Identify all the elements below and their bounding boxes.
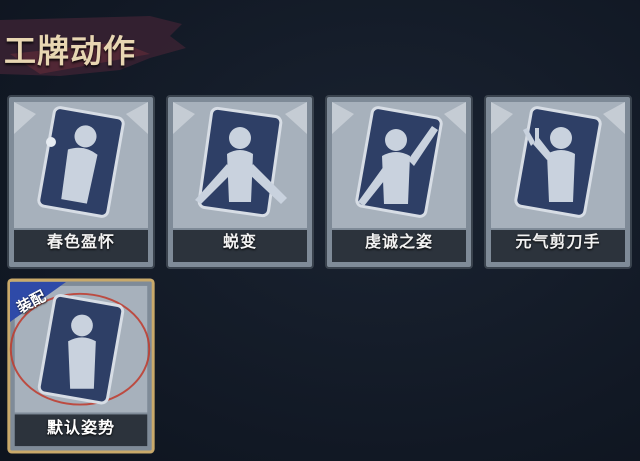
card-label: 元气剪刀手 [515,232,601,251]
equipped-badge: 装配 [10,282,66,322]
card-label: 默认姿势 [46,418,115,437]
page-title: 工牌动作 [4,32,137,70]
action-card-1[interactable]: 春色盈怀 [6,94,156,270]
action-card-3[interactable]: 虔诚之姿 [324,94,474,270]
title-banner: 工牌动作 [0,14,190,78]
action-card-2[interactable]: 蜕变 [165,94,315,270]
action-card-5-equipped[interactable]: 装配 默认姿势 [6,278,156,456]
card-label: 虔诚之姿 [364,232,433,251]
action-card-4[interactable]: 元气剪刀手 [483,94,633,270]
action-screen: 工牌动作 春色盈怀 蜕变 虔诚之姿 元气剪刀手 装配 默认姿势 [0,0,640,461]
card-label: 蜕变 [222,232,257,251]
card-label: 春色盈怀 [46,232,115,251]
